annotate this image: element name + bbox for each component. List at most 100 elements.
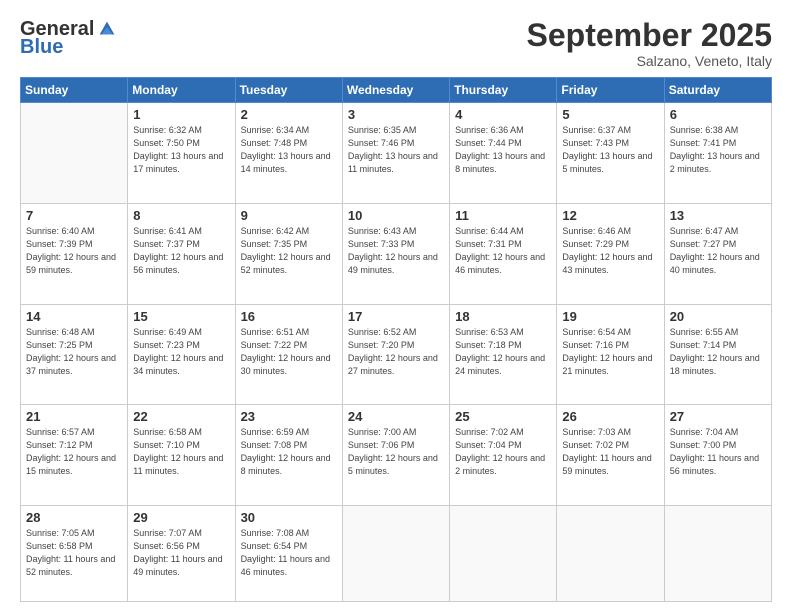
day-number: 30 — [241, 510, 337, 525]
day-info: Sunrise: 6:58 AMSunset: 7:10 PMDaylight:… — [133, 426, 229, 478]
table-row: 1 Sunrise: 6:32 AMSunset: 7:50 PMDaylight… — [128, 103, 235, 204]
table-row — [21, 103, 128, 204]
day-info: Sunrise: 6:32 AMSunset: 7:50 PMDaylight:… — [133, 124, 229, 176]
table-row: 3 Sunrise: 6:35 AMSunset: 7:46 PMDaylight… — [342, 103, 449, 204]
day-info: Sunrise: 7:00 AMSunset: 7:06 PMDaylight:… — [348, 426, 444, 478]
day-info: Sunrise: 6:59 AMSunset: 7:08 PMDaylight:… — [241, 426, 337, 478]
day-number: 14 — [26, 309, 122, 324]
day-number: 23 — [241, 409, 337, 424]
table-row: 25Sunrise: 7:02 AMSunset: 7:04 PMDayligh… — [450, 405, 557, 506]
day-info: Sunrise: 6:48 AMSunset: 7:25 PMDaylight:… — [26, 326, 122, 378]
day-info: Sunrise: 6:41 AMSunset: 7:37 PMDaylight:… — [133, 225, 229, 277]
calendar-body: 1 Sunrise: 6:32 AMSunset: 7:50 PMDaylight… — [21, 103, 772, 602]
day-info: Sunrise: 6:38 AMSunset: 7:41 PMDaylight:… — [670, 124, 766, 176]
col-wednesday: Wednesday — [342, 78, 449, 103]
logo-blue-text: Blue — [20, 36, 63, 59]
day-number: 7 — [26, 208, 122, 223]
day-info: Sunrise: 6:51 AMSunset: 7:22 PMDaylight:… — [241, 326, 337, 378]
table-row: 21 Sunrise: 6:57 AMSunset: 7:12 PMDayligh… — [21, 405, 128, 506]
table-row: 27Sunrise: 7:04 AMSunset: 7:00 PMDayligh… — [664, 405, 771, 506]
day-number: 16 — [241, 309, 337, 324]
day-info: Sunrise: 7:05 AMSunset: 6:58 PMDaylight:… — [26, 527, 122, 579]
day-number: 2 — [241, 107, 337, 122]
day-info: Sunrise: 7:03 AMSunset: 7:02 PMDaylight:… — [562, 426, 658, 478]
day-number: 4 — [455, 107, 551, 122]
table-row: 29Sunrise: 7:07 AMSunset: 6:56 PMDayligh… — [128, 505, 235, 601]
calendar-week-row: 1 Sunrise: 6:32 AMSunset: 7:50 PMDaylight… — [21, 103, 772, 204]
table-row: 8Sunrise: 6:41 AMSunset: 7:37 PMDaylight… — [128, 203, 235, 304]
day-info: Sunrise: 6:40 AMSunset: 7:39 PMDaylight:… — [26, 225, 122, 277]
table-row — [450, 505, 557, 601]
table-row: 15 Sunrise: 6:49 AMSunset: 7:23 PMDayligh… — [128, 304, 235, 405]
table-row: 23 Sunrise: 6:59 AMSunset: 7:08 PMDayligh… — [235, 405, 342, 506]
table-row: 12Sunrise: 6:46 AMSunset: 7:29 PMDayligh… — [557, 203, 664, 304]
col-thursday: Thursday — [450, 78, 557, 103]
table-row: 19Sunrise: 6:54 AMSunset: 7:16 PMDayligh… — [557, 304, 664, 405]
day-number: 3 — [348, 107, 444, 122]
header: General Blue September 2025 Salzano, Ven… — [20, 18, 772, 69]
calendar-week-row: 14 Sunrise: 6:48 AMSunset: 7:25 PMDayligh… — [21, 304, 772, 405]
table-row: 26 Sunrise: 7:03 AMSunset: 7:02 PMDayligh… — [557, 405, 664, 506]
day-info: Sunrise: 7:02 AMSunset: 7:04 PMDaylight:… — [455, 426, 551, 478]
day-number: 29 — [133, 510, 229, 525]
day-info: Sunrise: 6:54 AMSunset: 7:16 PMDaylight:… — [562, 326, 658, 378]
day-number: 17 — [348, 309, 444, 324]
calendar-header-row: Sunday Monday Tuesday Wednesday Thursday… — [21, 78, 772, 103]
day-number: 1 — [133, 107, 229, 122]
col-tuesday: Tuesday — [235, 78, 342, 103]
logo-icon — [96, 18, 118, 40]
table-row: 4 Sunrise: 6:36 AMSunset: 7:44 PMDaylight… — [450, 103, 557, 204]
table-row — [342, 505, 449, 601]
table-row: 16 Sunrise: 6:51 AMSunset: 7:22 PMDayligh… — [235, 304, 342, 405]
day-info: Sunrise: 6:49 AMSunset: 7:23 PMDaylight:… — [133, 326, 229, 378]
table-row: 30 Sunrise: 7:08 AMSunset: 6:54 PMDayligh… — [235, 505, 342, 601]
day-info: Sunrise: 6:53 AMSunset: 7:18 PMDaylight:… — [455, 326, 551, 378]
col-monday: Monday — [128, 78, 235, 103]
page: General Blue September 2025 Salzano, Ven… — [0, 0, 792, 612]
day-number: 28 — [26, 510, 122, 525]
day-number: 11 — [455, 208, 551, 223]
day-info: Sunrise: 6:34 AMSunset: 7:48 PMDaylight:… — [241, 124, 337, 176]
day-info: Sunrise: 6:37 AMSunset: 7:43 PMDaylight:… — [562, 124, 658, 176]
table-row: 10 Sunrise: 6:43 AMSunset: 7:33 PMDayligh… — [342, 203, 449, 304]
calendar-week-row: 21 Sunrise: 6:57 AMSunset: 7:12 PMDayligh… — [21, 405, 772, 506]
day-number: 26 — [562, 409, 658, 424]
day-info: Sunrise: 6:47 AMSunset: 7:27 PMDaylight:… — [670, 225, 766, 277]
day-info: Sunrise: 6:36 AMSunset: 7:44 PMDaylight:… — [455, 124, 551, 176]
day-info: Sunrise: 6:57 AMSunset: 7:12 PMDaylight:… — [26, 426, 122, 478]
table-row: 28 Sunrise: 7:05 AMSunset: 6:58 PMDayligh… — [21, 505, 128, 601]
table-row: 17 Sunrise: 6:52 AMSunset: 7:20 PMDayligh… — [342, 304, 449, 405]
calendar-week-row: 28 Sunrise: 7:05 AMSunset: 6:58 PMDayligh… — [21, 505, 772, 601]
calendar-week-row: 7 Sunrise: 6:40 AMSunset: 7:39 PMDaylight… — [21, 203, 772, 304]
table-row: 9 Sunrise: 6:42 AMSunset: 7:35 PMDaylight… — [235, 203, 342, 304]
table-row: 2 Sunrise: 6:34 AMSunset: 7:48 PMDaylight… — [235, 103, 342, 204]
day-number: 20 — [670, 309, 766, 324]
day-number: 9 — [241, 208, 337, 223]
table-row: 7 Sunrise: 6:40 AMSunset: 7:39 PMDaylight… — [21, 203, 128, 304]
logo: General Blue — [20, 18, 118, 59]
day-info: Sunrise: 6:42 AMSunset: 7:35 PMDaylight:… — [241, 225, 337, 277]
day-number: 18 — [455, 309, 551, 324]
month-title: September 2025 — [527, 18, 772, 53]
table-row: 6Sunrise: 6:38 AMSunset: 7:41 PMDaylight… — [664, 103, 771, 204]
day-number: 10 — [348, 208, 444, 223]
table-row — [664, 505, 771, 601]
col-friday: Friday — [557, 78, 664, 103]
calendar-table: Sunday Monday Tuesday Wednesday Thursday… — [20, 77, 772, 602]
title-block: September 2025 Salzano, Veneto, Italy — [527, 18, 772, 69]
day-info: Sunrise: 7:08 AMSunset: 6:54 PMDaylight:… — [241, 527, 337, 579]
day-number: 15 — [133, 309, 229, 324]
col-saturday: Saturday — [664, 78, 771, 103]
day-number: 21 — [26, 409, 122, 424]
day-info: Sunrise: 7:04 AMSunset: 7:00 PMDaylight:… — [670, 426, 766, 478]
location-text: Salzano, Veneto, Italy — [527, 53, 772, 69]
table-row: 20Sunrise: 6:55 AMSunset: 7:14 PMDayligh… — [664, 304, 771, 405]
table-row: 13Sunrise: 6:47 AMSunset: 7:27 PMDayligh… — [664, 203, 771, 304]
day-info: Sunrise: 6:35 AMSunset: 7:46 PMDaylight:… — [348, 124, 444, 176]
col-sunday: Sunday — [21, 78, 128, 103]
day-number: 12 — [562, 208, 658, 223]
day-info: Sunrise: 6:52 AMSunset: 7:20 PMDaylight:… — [348, 326, 444, 378]
day-number: 5 — [562, 107, 658, 122]
table-row: 18 Sunrise: 6:53 AMSunset: 7:18 PMDayligh… — [450, 304, 557, 405]
day-info: Sunrise: 6:43 AMSunset: 7:33 PMDaylight:… — [348, 225, 444, 277]
